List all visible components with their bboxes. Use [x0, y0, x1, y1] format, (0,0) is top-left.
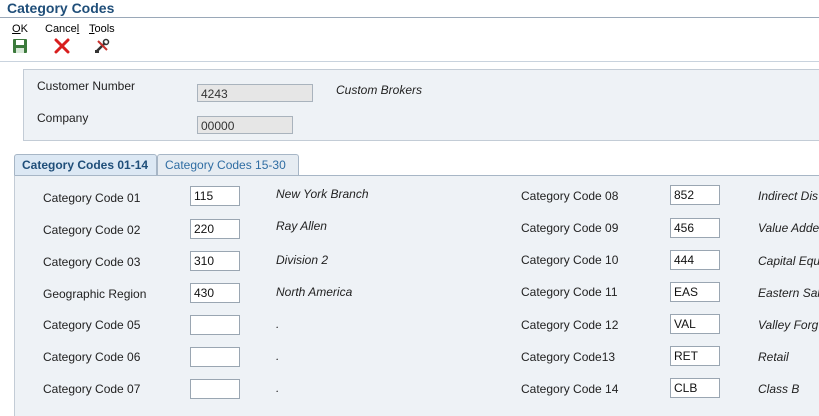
- cancel-label-pre: Cance: [45, 23, 77, 35]
- category-code-13-label: Category Code13: [521, 350, 616, 364]
- category-code-12-desc: Valley Forg: [758, 318, 819, 332]
- category-code-07-label: Category Code 07: [43, 382, 141, 396]
- category-code-06-label: Category Code 06: [43, 350, 141, 364]
- category-code-07-desc: .: [276, 381, 280, 395]
- tools-button[interactable]: Tools: [89, 23, 115, 54]
- category-code-09-desc: Value Adde: [758, 221, 819, 235]
- category-code-03-input[interactable]: 310: [190, 251, 240, 271]
- category-code-13-desc: Retail: [758, 350, 789, 364]
- category-code-14-input[interactable]: CLB: [670, 378, 720, 398]
- category-code-13-input[interactable]: RET: [670, 346, 720, 366]
- category-code-08-desc: Indirect Dis: [758, 189, 819, 203]
- company-field: 00000: [197, 116, 293, 134]
- category-code-10-label: Category Code 10: [521, 253, 619, 267]
- category-code-10-input[interactable]: 444: [670, 250, 720, 270]
- customer-name: Custom Brokers: [336, 83, 423, 97]
- customer-number-label: Customer Number: [37, 79, 136, 93]
- cancel-button[interactable]: Cancel: [45, 23, 79, 54]
- category-code-08-label: Category Code 08: [521, 189, 619, 203]
- category-code-07-input[interactable]: [190, 379, 240, 399]
- geographic-region-input[interactable]: 430: [190, 283, 240, 303]
- category-code-06-desc: .: [276, 349, 280, 363]
- category-code-06-input[interactable]: [190, 347, 240, 367]
- category-code-14-desc: Class B: [758, 382, 800, 396]
- ok-button[interactable]: OK: [12, 23, 28, 54]
- tools-label-rest: ools: [94, 23, 115, 35]
- tools-label: Tools: [89, 23, 115, 35]
- ok-label-underlined: O: [12, 23, 21, 35]
- toolbar: OK Cancel Tools: [0, 17, 819, 62]
- red-x-icon: [54, 38, 70, 54]
- category-code-02-input[interactable]: 220: [190, 219, 240, 239]
- category-code-02-label: Category Code 02: [43, 223, 141, 237]
- category-code-01-input[interactable]: 115: [190, 186, 240, 206]
- category-code-11-desc: Eastern Sal: [758, 286, 819, 300]
- save-disk-icon: [13, 39, 27, 53]
- category-code-12-label: Category Code 12: [521, 318, 619, 332]
- category-code-01-desc: New York Branch: [276, 187, 369, 201]
- category-code-01-label: Category Code 01: [43, 191, 141, 205]
- customer-number-field: 4243: [197, 84, 313, 102]
- category-code-05-input[interactable]: [190, 315, 240, 335]
- ok-label: OK: [12, 23, 28, 35]
- cancel-label-underlined: l: [76, 23, 80, 35]
- category-code-03-desc: Division 2: [276, 253, 329, 267]
- category-code-05-desc: .: [276, 317, 280, 331]
- page-title: Category Codes: [7, 0, 115, 16]
- category-code-14-label: Category Code 14: [521, 382, 619, 396]
- category-code-11-label: Category Code 11: [521, 285, 618, 299]
- geographic-region-desc: North America: [276, 285, 353, 299]
- tab-category-codes-15-30[interactable]: Category Codes 15-30: [157, 154, 299, 175]
- category-code-10-desc: Capital Equ: [758, 254, 819, 268]
- cancel-label: Cancel: [45, 23, 79, 35]
- category-code-12-input[interactable]: VAL: [670, 314, 720, 334]
- header-panel: Customer Number 4243 Custom Brokers Comp…: [23, 69, 819, 141]
- category-code-09-label: Category Code 09: [521, 221, 619, 235]
- geographic-region-label: Geographic Region: [43, 287, 147, 301]
- category-codes-panel: Category Code 01 115 New York Branch Cat…: [14, 175, 819, 416]
- category-code-11-input[interactable]: EAS: [670, 282, 720, 302]
- category-code-08-input[interactable]: 852: [670, 185, 720, 205]
- category-code-05-label: Category Code 05: [43, 318, 141, 332]
- category-code-03-label: Category Code 03: [43, 255, 141, 269]
- tab-category-codes-01-14[interactable]: Category Codes 01-14: [14, 154, 157, 175]
- category-code-02-desc: Ray Allen: [276, 219, 327, 233]
- category-code-09-input[interactable]: 456: [670, 218, 720, 238]
- tools-icon: [94, 38, 110, 53]
- ok-label-rest: K: [20, 23, 28, 35]
- company-label: Company: [37, 111, 89, 125]
